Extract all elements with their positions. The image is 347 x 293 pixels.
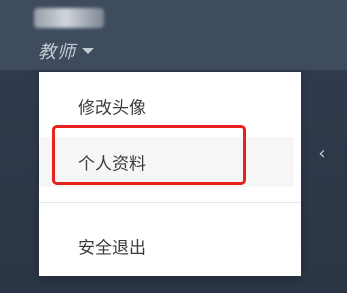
user-dropdown-menu: 修改头像 个人资料 安全退出 (39, 72, 301, 276)
role-label-text: 教师 (38, 42, 76, 63)
user-role-dropdown-toggle[interactable]: 教师 (38, 38, 94, 64)
menu-item-logout[interactable]: 安全退出 (39, 224, 301, 268)
menu-item-change-avatar[interactable]: 修改头像 (39, 84, 301, 128)
chevron-left-icon[interactable]: ‹ (314, 143, 330, 165)
menu-item-label: 安全退出 (78, 238, 146, 259)
menu-item-label: 修改头像 (78, 98, 146, 119)
caret-down-icon (82, 48, 94, 54)
menu-item-profile[interactable]: 个人资料 (39, 137, 294, 187)
menu-divider (39, 202, 301, 203)
menu-item-label: 个人资料 (78, 154, 146, 175)
blurred-username (34, 8, 104, 28)
